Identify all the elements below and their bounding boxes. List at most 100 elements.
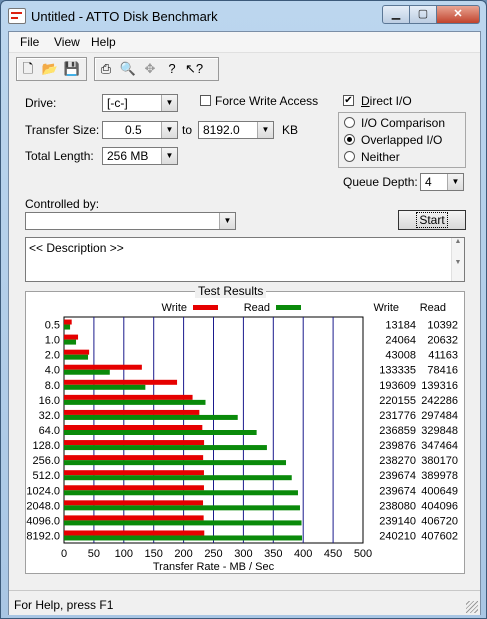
read-value: 389978: [421, 470, 458, 482]
drive-select[interactable]: [-c-] ▼: [102, 94, 178, 112]
write-value: 239140: [379, 515, 416, 527]
bar-read: [64, 324, 71, 330]
x-tick-label: 400: [294, 548, 312, 560]
to-label: to: [182, 123, 193, 137]
print-preview-icon[interactable]: 🔍: [117, 58, 139, 80]
y-tick-label: 32.0: [39, 410, 60, 422]
x-tick-label: 0: [61, 548, 67, 560]
write-value: 238270: [379, 455, 416, 467]
legend-write-swatch: [193, 305, 218, 310]
y-tick-label: 0.5: [45, 320, 60, 332]
overlapped-io-label: Overlapped I/O: [361, 133, 443, 147]
x-tick-label: 100: [115, 548, 133, 560]
read-value: 41163: [428, 350, 458, 362]
write-value: 236859: [379, 425, 416, 437]
bar-read: [64, 520, 302, 526]
column-header-write: Write: [374, 302, 399, 314]
bar-write: [64, 440, 205, 446]
test-results-title: Test Results: [195, 284, 267, 298]
context-help-icon[interactable]: ↖?: [183, 58, 205, 80]
write-value: 43008: [385, 350, 416, 362]
write-value: 239876: [379, 440, 416, 452]
description-scrollbar[interactable]: ▲ ▼: [451, 238, 464, 281]
bar-read: [64, 414, 238, 420]
direct-io-checkbox[interactable]: ✔: [343, 95, 354, 106]
write-value: 193609: [379, 380, 416, 392]
write-value: 133335: [379, 365, 416, 377]
neither-label: Neither: [361, 150, 400, 164]
x-tick-label: 250: [204, 548, 222, 560]
minimize-button[interactable]: ▁: [382, 5, 410, 24]
y-tick-label: 2048.0: [26, 500, 60, 512]
io-comparison-label: I/O Comparison: [361, 116, 446, 130]
transfer-to-select[interactable]: 8192.0 ▼: [198, 121, 274, 139]
chevron-down-icon: ▼: [219, 213, 235, 229]
bar-read: [64, 430, 257, 435]
bar-write: [64, 394, 193, 400]
bar-write: [64, 470, 204, 476]
y-tick-label: 512.0: [32, 470, 60, 482]
new-icon[interactable]: 🗋: [17, 58, 39, 80]
save-icon[interactable]: 💾: [61, 58, 83, 80]
y-tick-label: 2.0: [45, 350, 60, 362]
y-tick-label: 8192.0: [26, 530, 60, 542]
print-icon[interactable]: ⎙: [95, 58, 117, 80]
chevron-down-icon: ▼: [161, 122, 177, 138]
app-icon: [8, 8, 26, 24]
bar-write: [64, 485, 204, 491]
bar-write: [64, 379, 178, 385]
bar-read: [64, 535, 303, 541]
force-write-checkbox[interactable]: [200, 95, 211, 106]
x-tick-label: 450: [324, 548, 342, 560]
transfer-unit-label: KB: [282, 123, 299, 137]
title-bar[interactable]: Untitled - ATTO Disk Benchmark ▁ ▢ ✕: [1, 1, 486, 31]
menu-bar: File View Help: [9, 32, 480, 53]
write-value: 239674: [379, 485, 416, 497]
bar-read: [64, 505, 300, 511]
total-length-select[interactable]: 256 MB ▼: [102, 147, 178, 165]
transfer-from-select[interactable]: 0.5 ▼: [102, 121, 178, 139]
controlled-by-label: Controlled by:: [25, 197, 100, 211]
close-button[interactable]: ✕: [437, 5, 480, 24]
status-text: For Help, press F1: [14, 598, 114, 612]
resize-grip[interactable]: [466, 601, 478, 613]
overlapped-io-radio[interactable]: [344, 134, 355, 145]
help-icon[interactable]: ?: [161, 58, 183, 80]
menu-view[interactable]: View: [54, 35, 80, 49]
queue-depth-select[interactable]: 4 ▼: [420, 173, 464, 191]
bar-read: [64, 339, 77, 345]
chevron-down-icon: ▼: [161, 95, 177, 111]
x-axis-label: Transfer Rate - MB / Sec: [153, 561, 275, 573]
y-tick-label: 4096.0: [26, 515, 60, 527]
write-value: 240210: [379, 530, 416, 542]
read-value: 297484: [421, 410, 458, 422]
y-tick-label: 1024.0: [26, 485, 60, 497]
read-value: 404096: [421, 500, 458, 512]
transfer-size-label: Transfer Size:: [25, 123, 100, 137]
bar-read: [64, 475, 292, 481]
bar-write: [64, 334, 79, 340]
open-icon[interactable]: 📂: [39, 58, 61, 80]
start-button[interactable]: Start: [398, 210, 466, 230]
read-value: 20632: [427, 335, 458, 347]
menu-help[interactable]: Help: [91, 35, 116, 49]
io-comparison-radio[interactable]: [344, 117, 355, 128]
bar-write: [64, 530, 205, 536]
direct-io-label: Direct I/O: [361, 94, 412, 108]
legend-read-label: Read: [244, 302, 270, 314]
test-results-chart: 0 50 100 150 200 250 300 350 400 450 500 Transfer R…: [26, 302, 458, 573]
menu-file[interactable]: File: [20, 35, 39, 49]
write-value: 238080: [379, 500, 416, 512]
neither-radio[interactable]: [344, 151, 355, 162]
move-icon[interactable]: ✥: [139, 58, 161, 80]
maximize-button[interactable]: ▢: [410, 5, 437, 24]
write-value: 13184: [385, 320, 416, 332]
legend-read-swatch: [276, 305, 301, 310]
bar-write: [64, 319, 72, 325]
write-value: 239674: [379, 470, 416, 482]
bar-read: [64, 369, 110, 375]
bar-read: [64, 490, 298, 496]
controlled-by-select[interactable]: ▼: [25, 212, 236, 230]
x-tick-label: 350: [264, 548, 282, 560]
description-field[interactable]: << Description >> ▲ ▼: [25, 237, 465, 282]
